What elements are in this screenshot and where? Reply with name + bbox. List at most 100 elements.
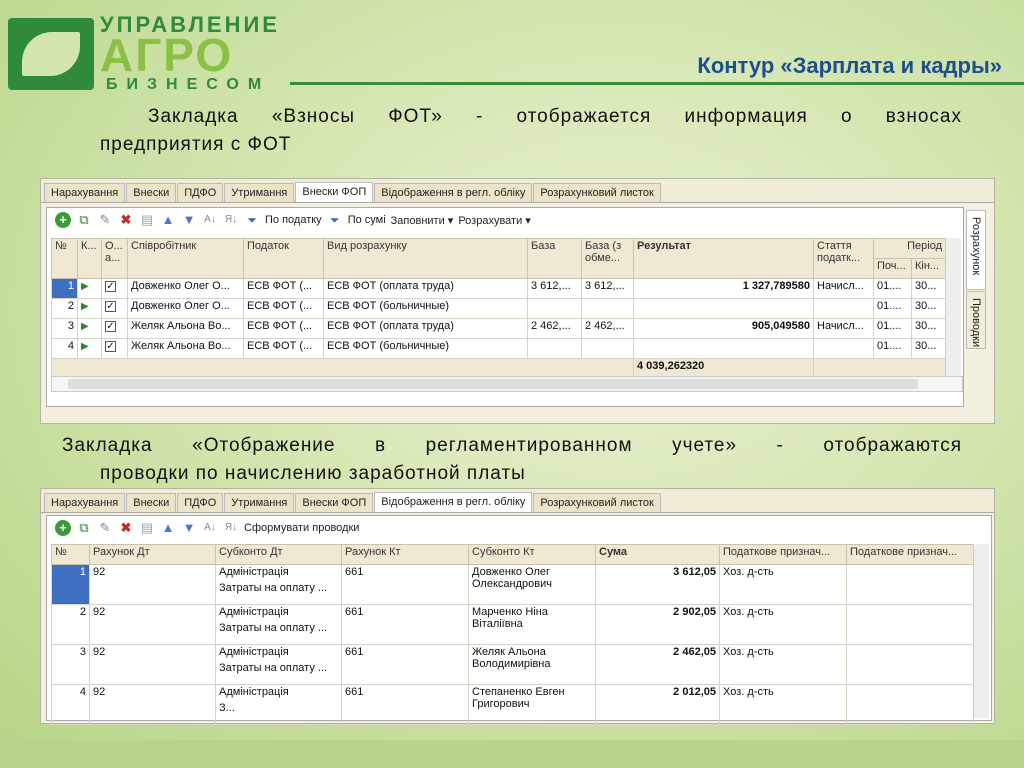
logo-line3: БИЗНЕСОМ xyxy=(106,76,271,93)
reg-accounting-window: Нарахування Внески ПДФО Утримання Внески… xyxy=(40,488,995,725)
add-icon[interactable]: + xyxy=(55,520,71,536)
tab-payslip[interactable]: Розрахунковий листок xyxy=(533,183,661,202)
delete-icon[interactable]: ✖ xyxy=(118,212,134,228)
form-postings-button[interactable]: Сформувати проводки xyxy=(244,522,359,534)
scroll-thumb[interactable] xyxy=(68,379,918,389)
copy-icon[interactable]: ⧉ xyxy=(76,520,92,536)
sort-asc-icon[interactable]: A↓ xyxy=(202,212,218,228)
col-k[interactable]: К... xyxy=(77,238,102,279)
col-tax-purpose-2[interactable]: Податкове признач... xyxy=(846,544,974,565)
tab-bar: Нарахування Внески ПДФО Утримання Внески… xyxy=(41,489,994,513)
tab-fot-contributions[interactable]: Внески ФОП xyxy=(295,182,374,202)
sort-asc-icon[interactable]: A↓ xyxy=(202,520,218,536)
table-row[interactable]: 2 ▶ ✓ Довженко Олег О... ЕСВ ФОТ (... ЕС… xyxy=(51,298,947,319)
row-checkbox[interactable]: ✓ xyxy=(105,281,116,292)
sort-desc-icon[interactable]: Я↓ xyxy=(223,520,239,536)
col-n[interactable]: № xyxy=(51,238,78,279)
delete-icon[interactable]: ✖ xyxy=(118,520,134,536)
table-header-row: № Рахунок Дт Субконто Дт Рахунок Кт Субк… xyxy=(51,544,974,565)
copy-icon[interactable]: ⧉ xyxy=(76,212,92,228)
sort-desc-icon[interactable]: Я↓ xyxy=(223,212,239,228)
table-row[interactable]: 1 92 Адміністрація Затраты на оплату ... … xyxy=(51,564,974,605)
col-n[interactable]: № xyxy=(51,544,90,565)
tab-deductions[interactable]: Утримання xyxy=(224,493,295,512)
col-start[interactable]: Поч... xyxy=(873,258,912,279)
agro-business-logo: УПРАВЛЕНИЕ АГРО БИЗНЕСОМ xyxy=(6,6,292,93)
table-row[interactable]: 4 ▶ ✓ Желяк Альона Во... ЕСВ ФОТ (... ЕС… xyxy=(51,338,947,359)
tab-reg-accounting[interactable]: Відображення в регл. обліку xyxy=(374,492,533,512)
vertical-scrollbar[interactable] xyxy=(973,544,989,718)
header-divider xyxy=(290,82,1024,85)
tab-pdfo[interactable]: ПДФО xyxy=(177,183,224,202)
slide-title: Контур «Зарплата и кадры» xyxy=(697,53,1002,78)
table-row[interactable]: 3 92 Адміністрація Затраты на оплату ... … xyxy=(51,644,974,685)
row-arrow-icon: ▶ xyxy=(81,281,89,292)
tab-bar: Нарахування Внески ПДФО Утримання Внески… xyxy=(41,179,994,203)
move-up-icon[interactable]: ▲ xyxy=(160,212,176,228)
row-checkbox[interactable]: ✓ xyxy=(105,301,116,312)
edit-icon[interactable]: ✎ xyxy=(97,520,113,536)
toolbar: + ⧉ ✎ ✖ ▤ ▲ ▼ A↓ Я↓ ⏷ По податку ⏷ По су… xyxy=(47,208,963,232)
tab-reg-accounting[interactable]: Відображення в регл. обліку xyxy=(374,183,533,202)
tab-accruals[interactable]: Нарахування xyxy=(44,183,126,202)
col-account-dt[interactable]: Рахунок Дт xyxy=(89,544,216,565)
table-row[interactable]: 2 92 Адміністрація Затраты на оплату ... … xyxy=(51,604,974,645)
tab-contributions[interactable]: Внески xyxy=(126,183,177,202)
tab-pdfo[interactable]: ПДФО xyxy=(177,493,224,512)
fot-table: № К... О... а... Співробітник Податок Ви… xyxy=(51,238,947,379)
col-tax[interactable]: Податок xyxy=(243,238,324,279)
move-up-icon[interactable]: ▲ xyxy=(160,520,176,536)
tab-fot-contributions[interactable]: Внески ФОП xyxy=(295,493,374,512)
footer-band xyxy=(0,740,1024,768)
horizontal-scrollbar[interactable] xyxy=(51,376,963,392)
fot-panel: + ⧉ ✎ ✖ ▤ ▲ ▼ A↓ Я↓ ⏷ По податку ⏷ По су… xyxy=(46,207,964,407)
edit-icon[interactable]: ✎ xyxy=(97,212,113,228)
fill-menu[interactable]: Заповнити ▾ xyxy=(391,214,454,227)
calc-menu[interactable]: Розрахувати ▾ xyxy=(458,214,530,227)
side-tab-postings[interactable]: Проводки xyxy=(966,291,986,349)
col-employee[interactable]: Співробітник xyxy=(127,238,244,279)
move-down-icon[interactable]: ▼ xyxy=(181,520,197,536)
row-checkbox[interactable]: ✓ xyxy=(105,341,116,352)
table-header-row: № К... О... а... Співробітник Податок Ви… xyxy=(51,238,947,279)
col-base[interactable]: База xyxy=(527,238,582,279)
paragraph-reg-accounting: Закладка «Отображение в регламентированн… xyxy=(62,435,962,484)
col-end[interactable]: Кін... xyxy=(910,258,947,279)
row-checkbox[interactable]: ✓ xyxy=(105,321,116,332)
filter-icon: ⏷ xyxy=(247,213,257,227)
row-arrow-icon: ▶ xyxy=(81,341,89,352)
by-sum-button[interactable]: По сумі xyxy=(348,214,386,226)
by-tax-button[interactable]: По податку xyxy=(265,214,322,226)
col-article[interactable]: Стаття податк... xyxy=(813,238,874,279)
postings-table: № Рахунок Дт Субконто Дт Рахунок Кт Субк… xyxy=(51,544,974,725)
col-tax-purpose-1[interactable]: Податкове признач... xyxy=(719,544,847,565)
save-icon[interactable]: ▤ xyxy=(139,520,155,536)
paragraph-fot: Закладка «Взносы ФОТ» - отображается инф… xyxy=(100,106,962,155)
logo-emblem xyxy=(8,18,94,90)
col-o[interactable]: О... а... xyxy=(101,238,128,279)
table-row[interactable]: 1 ▶ ✓ Довженко Олег О... ЕСВ ФОТ (... ЕС… xyxy=(51,278,947,299)
tab-deductions[interactable]: Утримання xyxy=(224,183,295,202)
col-calc-type[interactable]: Вид розрахунку xyxy=(323,238,528,279)
toolbar: + ⧉ ✎ ✖ ▤ ▲ ▼ A↓ Я↓ Сформувати проводки xyxy=(47,516,991,540)
filter-sum-icon: ⏷ xyxy=(329,213,340,227)
side-tab-calc[interactable]: Розрахунок xyxy=(966,210,986,290)
col-result[interactable]: Результат xyxy=(633,238,814,279)
tab-payslip[interactable]: Розрахунковий листок xyxy=(533,493,661,512)
postings-panel: + ⧉ ✎ ✖ ▤ ▲ ▼ A↓ Я↓ Сформувати проводки … xyxy=(46,515,992,725)
tab-accruals[interactable]: Нарахування xyxy=(44,493,126,512)
col-sum[interactable]: Сума xyxy=(595,544,720,565)
col-subconto-kt[interactable]: Субконто Кт xyxy=(468,544,596,565)
vertical-scrollbar[interactable] xyxy=(945,238,961,386)
add-icon[interactable]: + xyxy=(55,212,71,228)
save-icon[interactable]: ▤ xyxy=(139,212,155,228)
table-row[interactable]: 3 ▶ ✓ Желяк Альона Во... ЕСВ ФОТ (... ЕС… xyxy=(51,318,947,339)
fot-window: Нарахування Внески ПДФО Утримання Внески… xyxy=(40,178,995,424)
tab-contributions[interactable]: Внески xyxy=(126,493,177,512)
col-base-limited[interactable]: База (з обме... xyxy=(581,238,634,279)
table-row[interactable]: 4 92 Адміністрація З... 661 Степаненко Ев… xyxy=(51,684,974,725)
col-subconto-dt[interactable]: Субконто Дт xyxy=(215,544,342,565)
move-down-icon[interactable]: ▼ xyxy=(181,212,197,228)
col-account-kt[interactable]: Рахунок Кт xyxy=(341,544,469,565)
col-period[interactable]: Період xyxy=(872,238,947,259)
